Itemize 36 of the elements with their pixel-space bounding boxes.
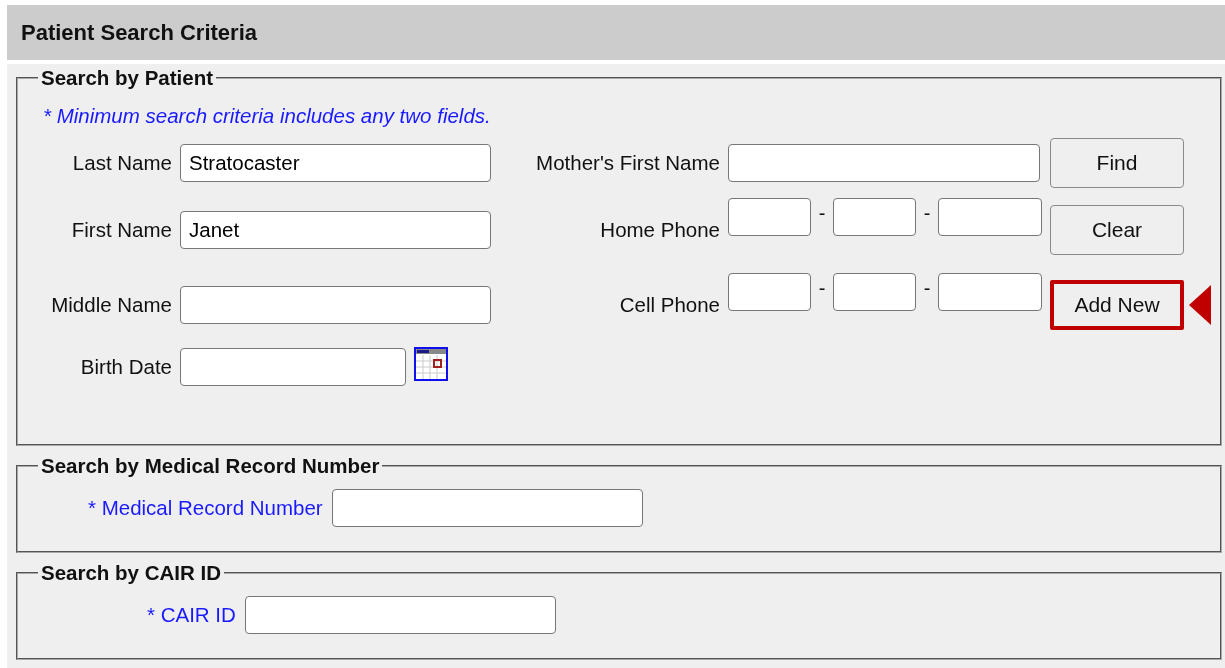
phone-line-field[interactable] [938,198,1042,236]
phone-prefix-field[interactable] [833,198,916,236]
phone-prefix-field[interactable] [833,273,916,311]
medical-record-number-field[interactable] [331,489,643,527]
field-label: First Name [70,218,173,242]
text-field[interactable]: Janet [180,211,491,249]
action-button[interactable]: Clear [1050,205,1184,255]
section-legend: Search by Patient [38,66,217,90]
criteria-note: * Minimum search criteria includes any two fields. [43,104,492,128]
field-label: Home Phone [599,218,721,242]
dash-separator: - [817,201,827,225]
dash-separator: - [817,276,827,300]
field-label: Middle Name [50,293,173,317]
required-field-label: * Medical Record Number [88,496,323,520]
required-field-label: * CAIR ID [147,603,236,627]
page-title: Patient Search Criteria [21,19,257,46]
cair-id-field[interactable] [244,596,556,634]
area-code-field[interactable] [728,198,811,236]
dash-separator: - [922,201,932,225]
pointer-arrow-icon [1189,285,1211,325]
phone-line-field[interactable] [938,273,1042,311]
date-field[interactable] [180,348,406,386]
section-legend: Search by CAIR ID [38,561,224,585]
text-field[interactable] [728,144,1040,182]
section-legend: Search by Medical Record Number [38,454,383,478]
field-label: Mother's First Name [535,151,721,175]
area-code-field[interactable] [728,273,811,311]
field-label: Last Name [71,151,173,175]
field-label: Birth Date [79,355,173,379]
dash-separator: - [922,276,932,300]
field-label: Cell Phone [618,293,721,317]
calendar-icon[interactable] [414,347,448,381]
text-field[interactable] [180,286,491,324]
action-button[interactable]: Add New [1050,280,1184,330]
action-button[interactable]: Find [1050,138,1184,188]
text-field[interactable]: Stratocaster [180,144,491,182]
